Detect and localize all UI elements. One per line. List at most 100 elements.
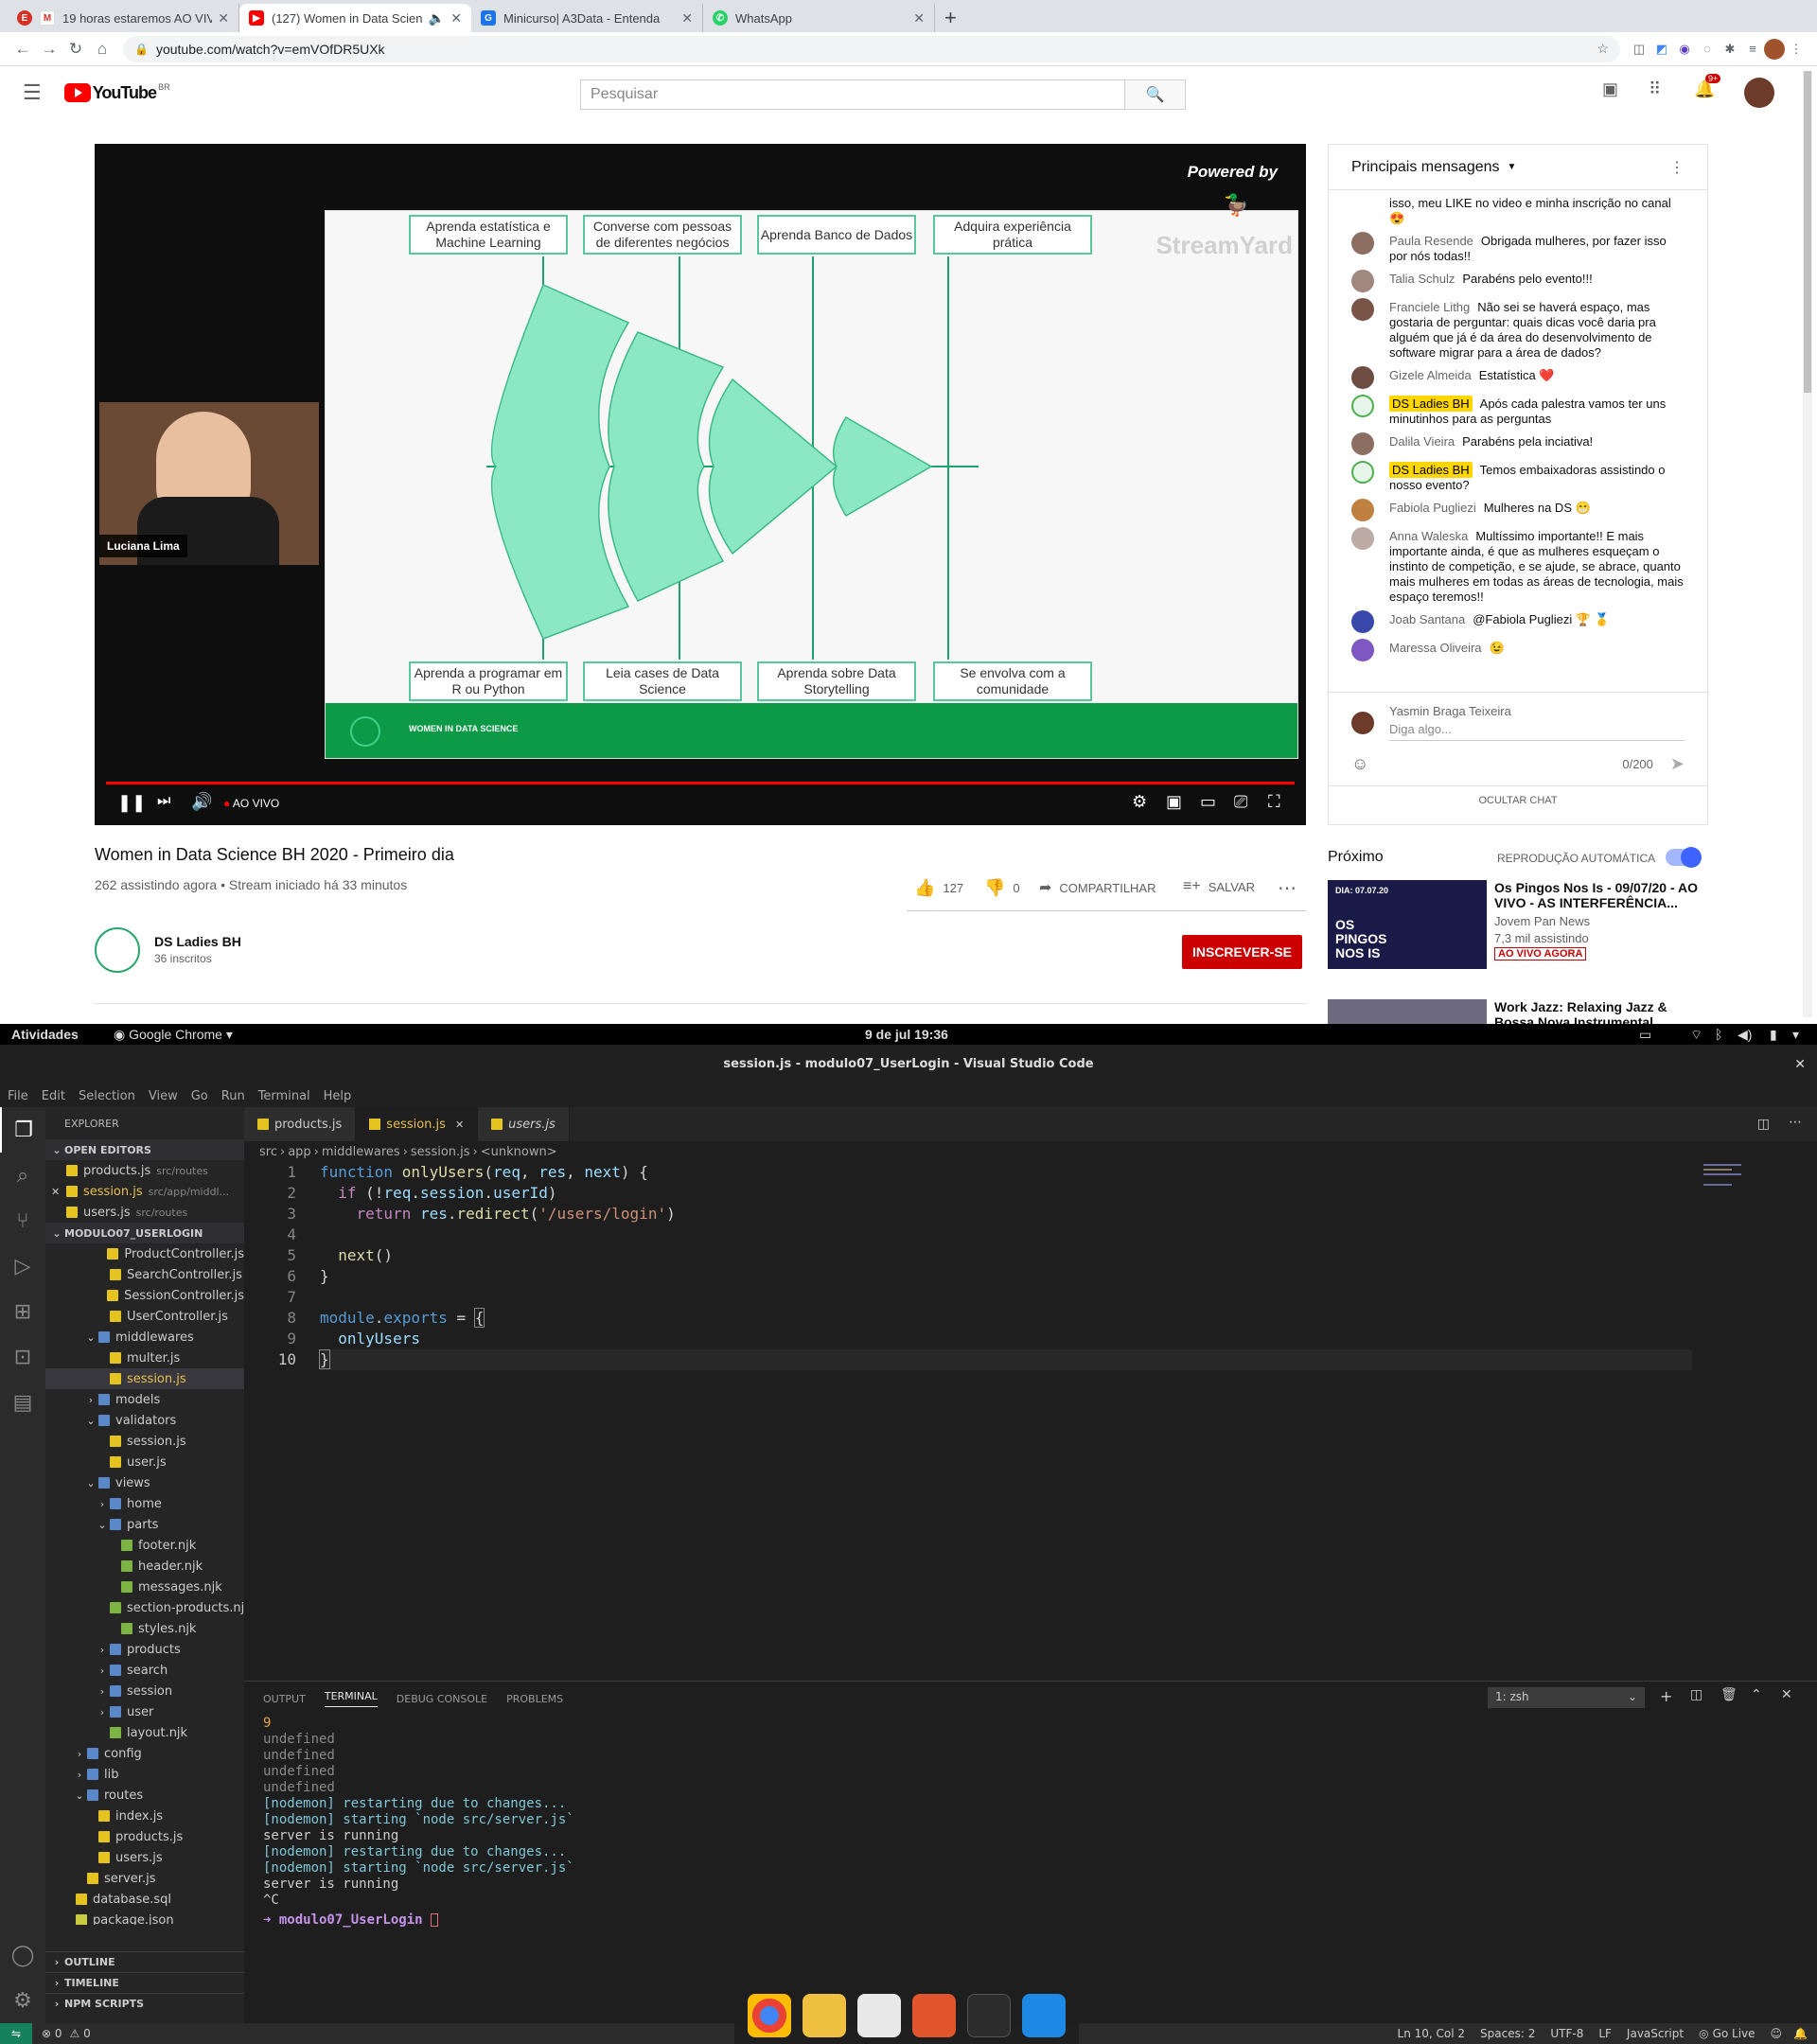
save-button[interactable]: SALVAR <box>1208 880 1255 894</box>
split-editor-icon[interactable]: ◫ <box>1757 1117 1770 1132</box>
new-tab-button[interactable]: + <box>935 4 966 32</box>
file-item[interactable]: index.js <box>45 1806 244 1826</box>
encoding[interactable]: UTF-8 <box>1550 2027 1583 2040</box>
extension-icon[interactable]: ◉ <box>1673 42 1696 57</box>
cast-icon[interactable]: ⎚ <box>1234 792 1247 812</box>
menu-item[interactable]: File <box>8 1089 28 1103</box>
autoplay-toggle[interactable] <box>1666 847 1702 868</box>
file-item[interactable]: SessionController.js <box>45 1285 244 1306</box>
file-item[interactable]: server.js <box>45 1868 244 1889</box>
search-input[interactable]: Pesquisar <box>580 79 1125 110</box>
pause-icon[interactable]: ❚❚ <box>117 793 146 813</box>
close-tab-icon[interactable]: ✕ <box>218 10 229 26</box>
folder-item[interactable]: › products <box>45 1639 244 1660</box>
folder-item[interactable]: › lib <box>45 1764 244 1785</box>
next-video-title[interactable]: Work Jazz: Relaxing Jazz & Bossa Nova In… <box>1494 999 1702 1024</box>
send-icon[interactable]: ➤ <box>1670 754 1685 774</box>
menu-item[interactable]: Go <box>191 1089 208 1103</box>
youtube-logo[interactable]: YouTube BR <box>63 82 170 103</box>
menu-item[interactable]: Edit <box>42 1089 65 1103</box>
menu-item[interactable]: Selection <box>79 1089 135 1103</box>
more-actions-icon[interactable]: ⋯ <box>1789 1115 1802 1130</box>
page-scrollbar[interactable] <box>1803 71 1812 1017</box>
file-item[interactable]: UserController.js <box>45 1306 244 1327</box>
next-video-title[interactable]: Os Pingos Nos Is - 09/07/20 - AO VIVO - … <box>1494 880 1702 910</box>
video-thumbnail[interactable] <box>1328 999 1487 1024</box>
forward-icon[interactable]: → <box>36 40 62 59</box>
panel-tab[interactable]: DEBUG CONSOLE <box>397 1693 487 1705</box>
file-item[interactable]: footer.njk <box>45 1535 244 1556</box>
editor-tab[interactable]: users.js <box>478 1107 570 1141</box>
split-terminal-icon[interactable]: ◫ <box>1690 1687 1702 1702</box>
mute-tab-icon[interactable]: 🔈 <box>429 10 445 26</box>
folder-item[interactable]: › config <box>45 1743 244 1764</box>
file-item[interactable]: layout.njk <box>45 1722 244 1743</box>
file-item[interactable]: user.js <box>45 1452 244 1472</box>
progress-bar[interactable] <box>106 782 1295 784</box>
app-menu[interactable]: ◉ Google Chrome ▾ <box>114 1027 233 1043</box>
emoji-icon[interactable]: ☺ <box>1351 754 1368 774</box>
next-icon[interactable]: ⏭ <box>157 793 170 810</box>
hide-chat-button[interactable]: OCULTAR CHAT <box>1329 785 1707 815</box>
database-icon[interactable]: ▤ <box>0 1380 45 1425</box>
file-item[interactable]: ProductController.js <box>45 1243 244 1264</box>
bookmark-star-icon[interactable]: ☆ <box>1596 41 1609 57</box>
pocket-icon[interactable]: ◫ <box>1628 42 1650 57</box>
open-editor-item[interactable]: users.js src/routes <box>45 1202 244 1223</box>
calendar-app-icon[interactable] <box>857 1994 901 2037</box>
menu-item[interactable]: View <box>149 1089 178 1103</box>
back-icon[interactable]: ← <box>9 40 36 59</box>
run-debug-icon[interactable]: ▷ <box>0 1243 45 1289</box>
breadcrumb-item[interactable]: <unknown> <box>481 1145 557 1159</box>
folder-item[interactable]: › search <box>45 1660 244 1681</box>
file-item[interactable]: messages.njk <box>45 1577 244 1597</box>
file-item[interactable]: users.js <box>45 1847 244 1868</box>
home-icon[interactable]: ⌂ <box>89 40 115 59</box>
close-panel-icon[interactable]: ✕ <box>1781 1687 1792 1702</box>
project-header[interactable]: MODULO07_USERLOGIN <box>64 1227 203 1240</box>
error-count[interactable]: ⊗ 0 <box>42 2027 62 2040</box>
channel-avatar[interactable] <box>95 927 140 973</box>
activities-button[interactable]: Atividades <box>11 1027 79 1042</box>
panel-tab[interactable]: PROBLEMS <box>506 1693 563 1705</box>
chrome-app-icon[interactable] <box>748 1994 791 2037</box>
folder-item[interactable]: ⌄ middlewares <box>45 1327 244 1348</box>
terminal-select[interactable]: 1: zsh ⌄ <box>1488 1687 1645 1708</box>
language-mode[interactable]: JavaScript <box>1627 2027 1684 2040</box>
browser-tab[interactable]: G Minicurso| A3Data - Entenda ✕ <box>471 4 703 32</box>
timeline-header[interactable]: TIMELINE <box>64 1977 119 1989</box>
apps-grid-icon[interactable]: ⠿ <box>1649 79 1661 99</box>
dislike-icon[interactable]: 👎 <box>984 878 1005 898</box>
npm-scripts-header[interactable]: NPM SCRIPTS <box>64 1998 144 2010</box>
chat-input[interactable]: Diga algo... <box>1389 718 1685 741</box>
more-options-icon[interactable]: ⋮ <box>1669 158 1685 177</box>
file-item[interactable]: header.njk <box>45 1556 244 1577</box>
theater-mode-icon[interactable]: ▭ <box>1200 792 1216 812</box>
new-terminal-icon[interactable]: + <box>1660 1687 1672 1705</box>
more-actions-icon[interactable]: ⋯ <box>1278 876 1297 900</box>
file-item[interactable]: session.js <box>45 1368 244 1389</box>
outline-header[interactable]: OUTLINE <box>64 1956 115 1968</box>
file-item[interactable]: styles.njk <box>45 1618 244 1639</box>
wifi-icon[interactable]: ⌔ <box>1690 1027 1702 1044</box>
vscode-app-icon[interactable] <box>1022 1994 1066 2037</box>
trash-icon[interactable]: 🗑 <box>1720 1687 1738 1702</box>
clock[interactable]: 9 de jul 19:36 <box>865 1027 948 1042</box>
user-avatar[interactable] <box>1744 78 1774 108</box>
close-window-icon[interactable]: ✕ <box>1794 1045 1806 1084</box>
line-ending[interactable]: LF <box>1598 2027 1612 2040</box>
menu-item[interactable]: Run <box>221 1089 245 1103</box>
open-editor-item[interactable]: products.js src/routes <box>45 1160 244 1181</box>
volume-icon[interactable]: ◀) <box>1738 1027 1752 1043</box>
share-button[interactable]: COMPARTILHAR <box>1059 881 1155 895</box>
warning-count[interactable]: ⚠ 0 <box>70 2027 91 2040</box>
screen-share-icon[interactable]: ▭ <box>1639 1027 1651 1043</box>
panel-tab[interactable]: TERMINAL <box>324 1690 378 1707</box>
video-editor-app-icon[interactable] <box>912 1994 956 2037</box>
source-control-icon[interactable]: ⑂ <box>0 1198 45 1243</box>
folder-item[interactable]: › models <box>45 1389 244 1410</box>
remote-icon[interactable]: ⇋ <box>0 2023 32 2044</box>
address-bar[interactable]: 🔒 youtube.com/watch?v=emVOfDR5UXk ☆ <box>123 35 1620 62</box>
terminal-app-icon[interactable] <box>967 1994 1011 2037</box>
close-tab-icon[interactable]: ✕ <box>681 10 693 26</box>
